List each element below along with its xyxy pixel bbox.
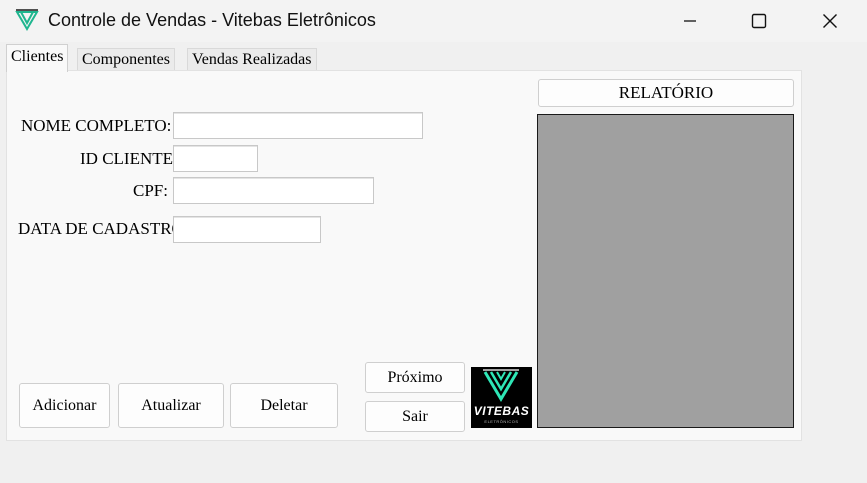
- tab-clientes[interactable]: Clientes: [6, 44, 69, 72]
- cpf-label: CPF:: [133, 181, 168, 200]
- proximo-button[interactable]: Próximo: [365, 362, 465, 393]
- logo-subtext: ELETRÔNICOS: [484, 419, 519, 424]
- maximize-icon: [751, 13, 767, 29]
- minimize-button[interactable]: [655, 0, 725, 42]
- minimize-icon: [684, 20, 696, 22]
- maximize-button[interactable]: [724, 0, 794, 42]
- data-cadastro-label: DATA DE CADASTRO:: [18, 219, 173, 238]
- sair-button[interactable]: Sair: [365, 401, 465, 432]
- tab-vendas-realizadas[interactable]: Vendas Realizadas: [187, 48, 317, 71]
- window-title: Controle de Vendas - Vitebas Eletrônicos: [48, 10, 376, 30]
- report-canvas: [537, 114, 794, 428]
- title-bar[interactable]: Controle de Vendas - Vitebas Eletrônicos: [0, 0, 867, 42]
- tab-componentes[interactable]: Componentes: [77, 48, 175, 71]
- logo-text: VITEBAS: [473, 404, 530, 418]
- vitebas-logo: VITEBAS ELETRÔNICOS: [471, 367, 532, 428]
- deletar-button[interactable]: Deletar: [230, 383, 338, 428]
- id-cliente-label: ID CLIENTE:: [80, 149, 173, 168]
- id-cliente-input[interactable]: [173, 145, 258, 172]
- close-icon: [823, 14, 837, 28]
- nome-completo-input[interactable]: [173, 112, 423, 139]
- cpf-input[interactable]: [173, 177, 374, 204]
- nome-completo-label: NOME COMPLETO:: [21, 116, 172, 135]
- data-cadastro-input[interactable]: [173, 216, 321, 243]
- close-button[interactable]: [795, 0, 865, 42]
- app-logo-icon: [15, 9, 39, 31]
- adicionar-button[interactable]: Adicionar: [19, 383, 110, 428]
- atualizar-button[interactable]: Atualizar: [118, 383, 224, 428]
- vitebas-logo-icon: [483, 369, 519, 402]
- relatorio-button[interactable]: RELATÓRIO: [538, 79, 794, 107]
